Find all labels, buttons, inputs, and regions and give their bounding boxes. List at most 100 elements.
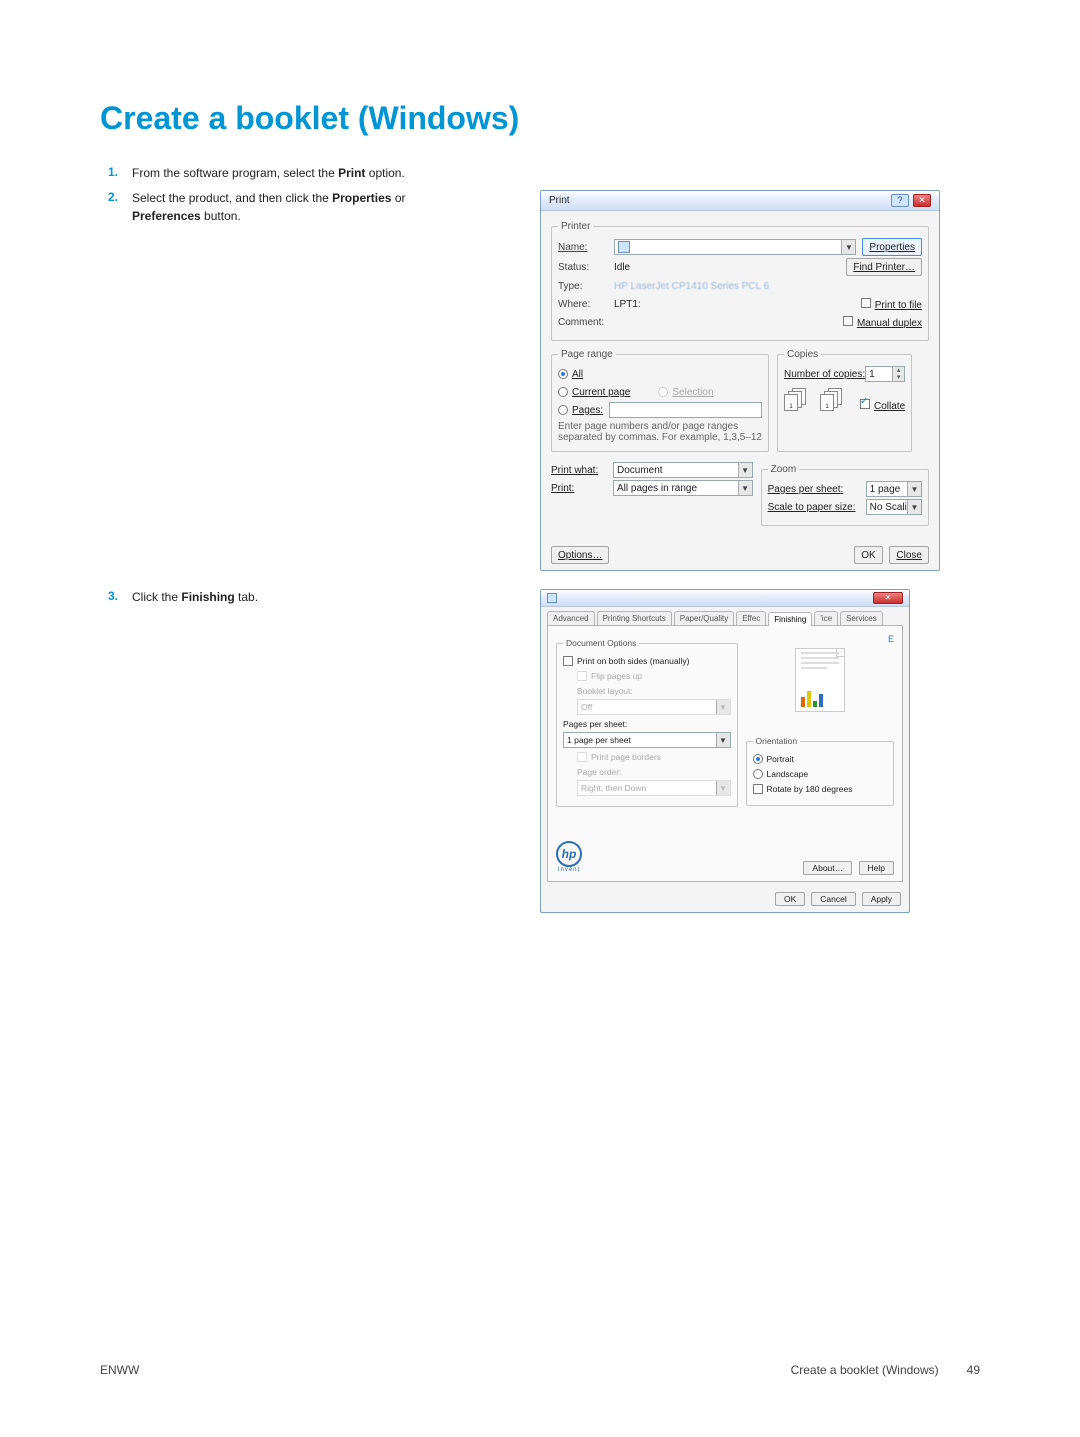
tab-services[interactable]: Services xyxy=(840,611,883,625)
hp-logo-icon: hp xyxy=(556,841,582,867)
type-label: Type: xyxy=(558,281,614,292)
options-button[interactable]: Options… xyxy=(551,546,609,564)
step-number: 1. xyxy=(100,165,118,179)
tab-effects[interactable]: Effec xyxy=(736,611,766,625)
step-post: button. xyxy=(201,209,241,223)
pps-dropdown[interactable]: 1 page ▼ xyxy=(866,481,922,497)
chevron-down-icon: ▼ xyxy=(738,481,752,495)
step-pre: From the software program, select the xyxy=(132,166,338,180)
chevron-down-icon: ▼ xyxy=(907,500,921,514)
printer-name-dropdown[interactable]: ▼ xyxy=(614,239,856,255)
properties-dialog: ✕ Advanced Printing Shortcuts Paper/Qual… xyxy=(540,589,910,913)
pps-value: 1 page xyxy=(870,484,901,495)
rotate-180-label: Rotate by 180 degrees xyxy=(767,784,853,794)
page-number: 49 xyxy=(967,1363,980,1377)
step-post: tab. xyxy=(235,590,258,604)
chevron-down-icon: ▼ xyxy=(738,463,752,477)
pages-radio[interactable] xyxy=(558,405,568,415)
step-number: 2. xyxy=(100,190,118,204)
tab-finishing[interactable]: Finishing xyxy=(768,612,812,626)
tab-bar: Advanced Printing Shortcuts Paper/Qualit… xyxy=(541,607,909,625)
print-to-file-checkbox[interactable] xyxy=(861,298,871,308)
portrait-radio[interactable] xyxy=(753,754,763,764)
pages-label: Pages: xyxy=(572,405,603,416)
close-button[interactable]: Close xyxy=(889,546,929,564)
zoom-group: Zoom Pages per sheet: 1 page ▼ Scale to … xyxy=(761,464,929,526)
ok-button[interactable]: OK xyxy=(775,892,805,906)
about-button[interactable]: About… xyxy=(803,861,852,875)
manual-duplex-label: Manual duplex xyxy=(857,318,922,329)
step-bold: Properties xyxy=(332,191,391,205)
rotate-180-checkbox[interactable] xyxy=(753,784,763,794)
current-page-label: Current page xyxy=(572,387,630,398)
collate-checkbox[interactable] xyxy=(860,399,870,409)
landscape-radio[interactable] xyxy=(753,769,763,779)
all-label: All xyxy=(572,369,583,380)
dialog-titlebar: Print ? ✕ xyxy=(541,191,939,211)
page-order-value: Right, then Down xyxy=(581,783,646,793)
step-pre: Click the xyxy=(132,590,181,604)
where-label: Where: xyxy=(558,299,614,310)
print-dropdown[interactable]: All pages in range ▼ xyxy=(613,480,753,496)
print-what-value: Document xyxy=(617,465,663,476)
status-label: Status: xyxy=(558,262,614,273)
step-text: From the software program, select the Pr… xyxy=(118,165,405,182)
step-post: option. xyxy=(365,166,404,180)
spinner-up-icon[interactable]: ▴ xyxy=(893,367,904,374)
document-options-legend: Document Options xyxy=(563,638,639,648)
tab-obscured[interactable]: 'ice xyxy=(814,611,838,625)
print-both-sides-label: Print on both sides (manually) xyxy=(577,656,689,666)
all-radio[interactable] xyxy=(558,369,568,379)
pps-dropdown[interactable]: 1 page per sheet ▼ xyxy=(563,732,731,748)
selection-radio xyxy=(658,387,668,397)
close-icon[interactable]: ✕ xyxy=(873,592,903,604)
ok-button[interactable]: OK xyxy=(854,546,882,564)
page-preview xyxy=(795,648,845,712)
properties-button[interactable]: Properties xyxy=(862,238,922,256)
print-to-file-label: Print to file xyxy=(875,300,922,311)
chevron-down-icon: ▼ xyxy=(841,240,855,254)
spinner-down-icon[interactable]: ▾ xyxy=(893,374,904,381)
cancel-button[interactable]: Cancel xyxy=(811,892,855,906)
page-footer: ENWW Create a booklet (Windows) 49 xyxy=(100,1363,980,1377)
copies-legend: Copies xyxy=(784,349,821,360)
page-range-group: Page range All Current page Selection Pa… xyxy=(551,349,769,452)
step-text: Click the Finishing tab. xyxy=(118,589,258,606)
manual-duplex-checkbox[interactable] xyxy=(843,316,853,326)
selection-label: Selection xyxy=(672,387,713,398)
print-dialog: Print ? ✕ Printer Name: ▼ xyxy=(540,190,940,571)
flip-pages-label: Flip pages up xyxy=(591,671,642,681)
find-printer-button[interactable]: Find Printer… xyxy=(846,258,922,276)
printer-icon xyxy=(618,241,630,253)
help-icon[interactable]: ? xyxy=(891,194,909,207)
step-text: Select the product, and then click the P… xyxy=(118,190,458,225)
tab-printing-shortcuts[interactable]: Printing Shortcuts xyxy=(597,611,672,625)
collate-icon: 3 2 1 xyxy=(784,388,810,412)
close-icon[interactable]: ✕ xyxy=(913,194,931,207)
copies-spinner[interactable]: 1 ▴▾ xyxy=(865,366,905,382)
page-title: Create a booklet (Windows) xyxy=(100,100,980,137)
booklet-dropdown: Off ▼ xyxy=(577,699,731,715)
step-1: 1. From the software program, select the… xyxy=(100,165,980,182)
zoom-legend: Zoom xyxy=(768,464,800,475)
apply-button[interactable]: Apply xyxy=(862,892,901,906)
chevron-down-icon: ▼ xyxy=(716,781,730,795)
scale-dropdown[interactable]: No Scaling ▼ xyxy=(866,499,922,515)
page-order-dropdown: Right, then Down ▼ xyxy=(577,780,731,796)
print-what-dropdown[interactable]: Document ▼ xyxy=(613,462,753,478)
name-label: Name: xyxy=(558,242,614,253)
dialog-title: Print xyxy=(549,195,570,206)
print-borders-checkbox xyxy=(577,752,587,762)
preview-header-icon: E xyxy=(888,634,894,644)
copies-group: Copies Number of copies: 1 ▴▾ 3 xyxy=(777,349,912,452)
help-button[interactable]: Help xyxy=(859,861,894,875)
pages-input[interactable] xyxy=(609,402,762,418)
comment-label: Comment: xyxy=(558,317,614,328)
tab-advanced[interactable]: Advanced xyxy=(547,611,595,625)
tab-paper-quality[interactable]: Paper/Quality xyxy=(674,611,734,625)
current-page-radio[interactable] xyxy=(558,387,568,397)
print-both-sides-checkbox[interactable] xyxy=(563,656,573,666)
step-mid: or xyxy=(391,191,405,205)
collate-label: Collate xyxy=(874,401,905,412)
dialog-titlebar: ✕ xyxy=(541,590,909,607)
